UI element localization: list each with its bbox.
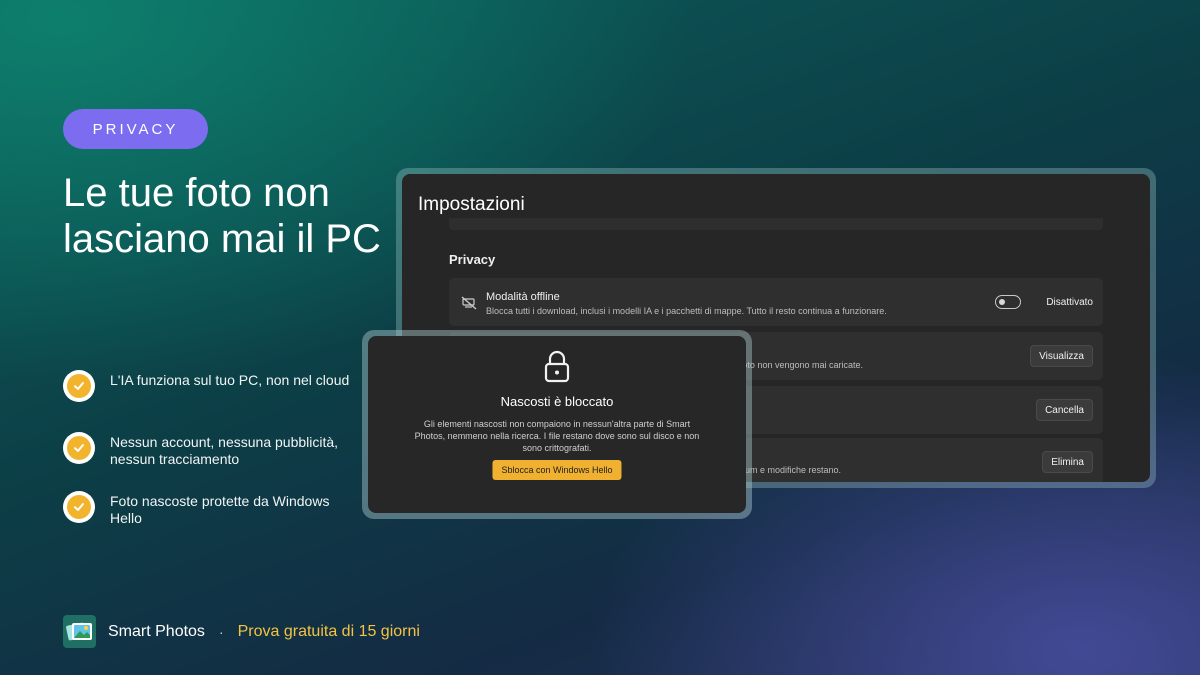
check-icon bbox=[63, 370, 95, 402]
settings-top-card bbox=[449, 218, 1103, 230]
offline-mode-row: Modalità offline Blocca tutti i download… bbox=[449, 278, 1103, 326]
headline: Le tue foto non lasciano mai il PC bbox=[63, 171, 381, 261]
offline-icon bbox=[461, 296, 477, 310]
offline-mode-toggle[interactable] bbox=[995, 295, 1021, 309]
hidden-locked-dialog-frame: Nascosti è bloccato Gli elementi nascost… bbox=[362, 330, 752, 519]
feature-text: Foto nascoste protette da Windows Hello bbox=[110, 493, 330, 526]
app-name: Smart Photos bbox=[108, 622, 205, 640]
privacy-badge: PRIVACY bbox=[63, 109, 208, 149]
trial-text: Prova gratuita di 15 giorni bbox=[237, 622, 420, 640]
dialog-title: Nascosti è bloccato bbox=[500, 394, 614, 409]
feature-item: Nessun account, nessuna pubblicità, ness… bbox=[63, 432, 363, 468]
separator-dot: · bbox=[218, 623, 224, 640]
footer: Smart Photos · Prova gratuita di 15 gior… bbox=[63, 615, 420, 648]
feature-item: Foto nascoste protette da Windows Hello bbox=[63, 491, 363, 527]
lock-icon bbox=[544, 350, 570, 383]
row-description: bum e modifiche restano. bbox=[739, 465, 841, 475]
check-icon bbox=[63, 432, 95, 464]
row-description: foto non vengono mai caricate. bbox=[739, 360, 863, 370]
privacy-section-title: Privacy bbox=[449, 252, 496, 267]
smart-photos-logo-icon bbox=[63, 615, 96, 648]
settings-title: Impostazioni bbox=[418, 194, 525, 215]
offline-mode-toggle-label: Disattivato bbox=[1046, 297, 1093, 308]
dialog-body: Gli elementi nascosti non compaiono in n… bbox=[414, 419, 700, 453]
feature-item: L'IA funziona sul tuo PC, non nel cloud bbox=[63, 370, 363, 402]
view-button[interactable]: Visualizza bbox=[1030, 345, 1093, 367]
hidden-locked-dialog: Nascosti è bloccato Gli elementi nascost… bbox=[368, 336, 746, 513]
offline-mode-title: Modalità offline bbox=[486, 291, 560, 303]
clear-button[interactable]: Cancella bbox=[1036, 399, 1093, 421]
unlock-windows-hello-button[interactable]: Sblocca con Windows Hello bbox=[492, 460, 622, 480]
feature-text: Nessun account, nessuna pubblicità, ness… bbox=[110, 434, 339, 467]
feature-text: L'IA funziona sul tuo PC, non nel cloud bbox=[110, 372, 350, 388]
check-icon bbox=[63, 491, 95, 523]
offline-mode-description: Blocca tutti i download, inclusi i model… bbox=[486, 306, 887, 316]
delete-button[interactable]: Elimina bbox=[1042, 451, 1093, 473]
